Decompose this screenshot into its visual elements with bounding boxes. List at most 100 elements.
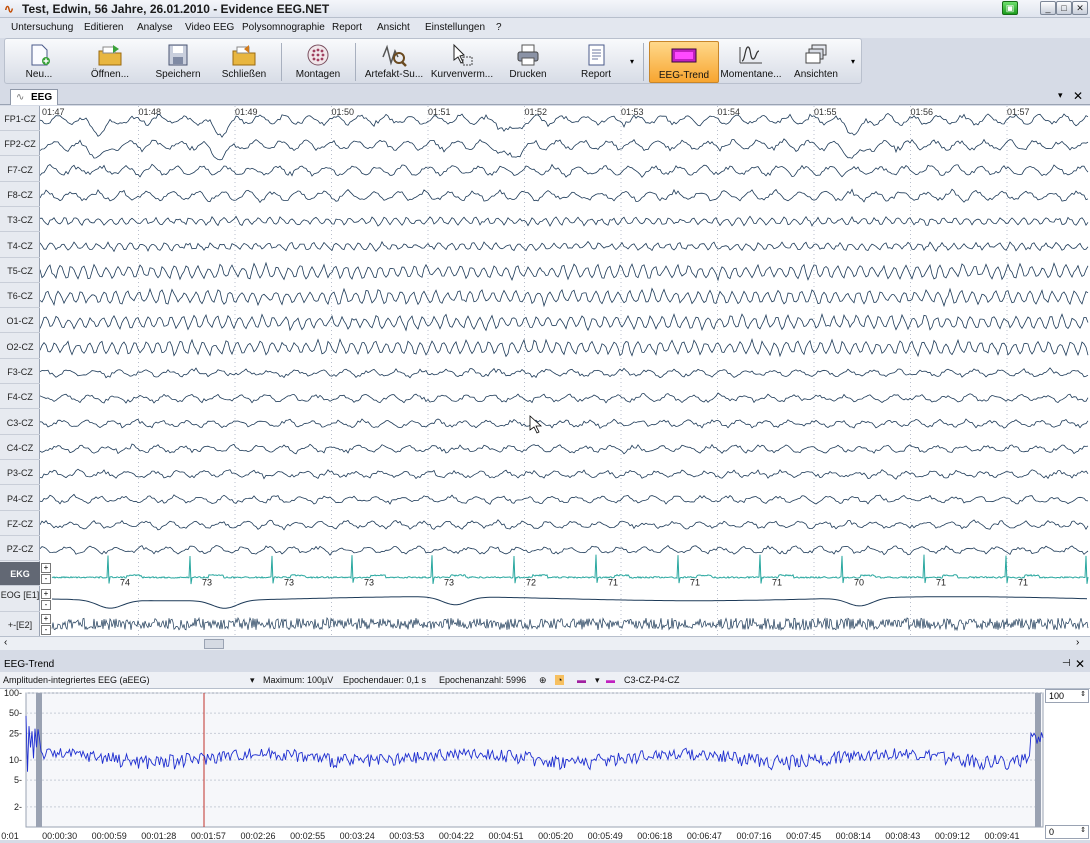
- trend-x-tick: 00:03:53: [389, 831, 424, 840]
- trend-x-tick: 00:01:57: [191, 831, 226, 840]
- eeg-trace: [40, 519, 1089, 531]
- channel-label[interactable]: PZ-CZ: [0, 537, 40, 562]
- menu-polysomnographie[interactable]: Polysomnographie: [242, 22, 325, 33]
- min-value-input[interactable]: 0 ⇕: [1045, 825, 1089, 839]
- menu-video-eeg[interactable]: Video EEG: [185, 22, 234, 33]
- channel-label[interactable]: FP1-CZ: [0, 107, 40, 131]
- channel-label[interactable]: FZ-CZ: [0, 512, 40, 536]
- channel-label[interactable]: P3-CZ: [0, 461, 40, 486]
- artifact-search-button[interactable]: Artefakt-Su...: [361, 41, 427, 83]
- zoom-in-icon[interactable]: +: [41, 588, 51, 599]
- toolbar-dropdown-icon[interactable]: ▾: [630, 57, 634, 66]
- menu-untersuchung[interactable]: Untersuchung: [11, 22, 73, 33]
- menu-ansicht[interactable]: Ansicht: [377, 22, 410, 33]
- trend-x-tick: 00:09:41: [984, 831, 1019, 840]
- time-tick-label: 01:51: [428, 107, 451, 117]
- channel-label[interactable]: T3-CZ: [0, 208, 40, 233]
- channel-label[interactable]: T5-CZ: [0, 259, 40, 283]
- color-dropdown-icon[interactable]: ▾: [595, 675, 600, 686]
- channel-label[interactable]: O1-CZ: [0, 309, 40, 334]
- panel-close-icon[interactable]: ✕: [1075, 657, 1085, 671]
- heart-rate-label: 73: [444, 577, 454, 587]
- eeg-trace: [40, 240, 1089, 253]
- trend-channel: C3-CZ-P4-CZ: [624, 675, 680, 685]
- close-button[interactable]: ✕: [1072, 1, 1088, 15]
- channel-label[interactable]: T6-CZ: [0, 284, 40, 309]
- tab-eeg[interactable]: ∿ EEG: [10, 89, 58, 105]
- selection-marker[interactable]: [36, 693, 42, 827]
- new-button[interactable]: Neu...: [9, 41, 69, 83]
- curve-measure-icon: [453, 43, 473, 66]
- eeg-trace: [40, 287, 1089, 308]
- print-button[interactable]: Drucken: [495, 41, 561, 83]
- aux-channel-label[interactable]: +-[E2]: [0, 613, 40, 637]
- horizontal-scrollbar[interactable]: ‹ ›: [0, 636, 1090, 650]
- minimize-button[interactable]: _: [1040, 1, 1056, 15]
- scroll-right-icon[interactable]: ›: [1076, 637, 1079, 648]
- channel-label[interactable]: O2-CZ: [0, 335, 40, 359]
- channel-label[interactable]: P4-CZ: [0, 487, 40, 511]
- report-button[interactable]: Report: [563, 41, 629, 83]
- pin-icon[interactable]: ⊣: [1062, 658, 1071, 669]
- channel-label[interactable]: F4-CZ: [0, 385, 40, 410]
- channel-label[interactable]: FP2-CZ: [0, 132, 40, 157]
- trend-options-bar: Amplituden-integriertes EEG (aEEG) ▾ Max…: [0, 672, 1090, 689]
- toolbar-dropdown-icon[interactable]: ▾: [851, 57, 855, 66]
- trend-y-tick: 10-: [9, 755, 22, 765]
- zoom-in-icon[interactable]: +: [41, 614, 51, 624]
- channel-label[interactable]: F3-CZ: [0, 360, 40, 384]
- zoom-out-icon[interactable]: -: [41, 625, 51, 635]
- heart-rate-label: 74: [120, 577, 130, 587]
- heart-rate-label: 71: [608, 577, 618, 587]
- open-button[interactable]: Öffnen...: [77, 41, 143, 83]
- spinner-icon[interactable]: ⇕: [1080, 690, 1086, 698]
- close-folder-icon: [232, 45, 256, 66]
- menu-help[interactable]: ?: [496, 22, 502, 33]
- channel-labels: FP1-CZ FP2-CZ F7-CZ F8-CZ T3-CZ T4-CZ T5-CZ T6-…: [0, 106, 40, 637]
- scroll-thumb[interactable]: [204, 639, 224, 649]
- aux-channel-label[interactable]: EKG: [0, 562, 40, 587]
- scroll-left-icon[interactable]: ‹: [4, 637, 7, 648]
- aux-channel-label[interactable]: EOG [E1]: [0, 588, 40, 612]
- zoom-out-icon[interactable]: -: [41, 574, 51, 585]
- highlight-icon[interactable]: ◔: [555, 675, 565, 685]
- eeg-plot[interactable]: 01:47 01:48 01:49 01:50 01:51 01:52 01:53 01:54…: [40, 106, 1090, 636]
- momentary-button[interactable]: Momentane...: [719, 41, 783, 83]
- printer-icon: [517, 44, 539, 66]
- channel-label[interactable]: T4-CZ: [0, 234, 40, 258]
- zoom-in-icon[interactable]: +: [41, 563, 51, 574]
- tab-dropdown-icon[interactable]: ▾: [1058, 90, 1063, 101]
- selection-marker[interactable]: [1035, 693, 1041, 827]
- menu-editieren[interactable]: Editieren: [84, 22, 123, 33]
- heart-rate-label: 70: [854, 577, 864, 587]
- monitor-icon[interactable]: ▣: [1002, 1, 1018, 15]
- tab-close-icon[interactable]: ✕: [1073, 89, 1083, 103]
- max-value-input[interactable]: 100 ⇕: [1045, 689, 1089, 703]
- color-bar-icon[interactable]: ▬: [577, 675, 586, 685]
- channel-label[interactable]: F8-CZ: [0, 183, 40, 207]
- time-tick-label: 01:53: [621, 107, 644, 117]
- zoom-out-icon[interactable]: -: [41, 599, 51, 610]
- maximize-button[interactable]: □: [1056, 1, 1072, 15]
- trend-mode-select[interactable]: Amplituden-integriertes EEG (aEEG): [3, 675, 150, 685]
- spinner-icon[interactable]: ⇕: [1080, 826, 1086, 834]
- curve-measure-button[interactable]: Kurvenverm...: [429, 41, 495, 83]
- eeg-trend-button[interactable]: EEG-Trend: [649, 41, 719, 83]
- chevron-down-icon[interactable]: ▾: [250, 675, 255, 686]
- close-file-button[interactable]: Schließen: [211, 41, 277, 83]
- aeeg-trend-plot[interactable]: 100- 50- 25- 10- 5- 2- 0:01 00:00:30 00:00:59 00:…: [0, 688, 1090, 841]
- menu-einstellungen[interactable]: Einstellungen: [425, 22, 485, 33]
- menu-report[interactable]: Report: [332, 22, 362, 33]
- trend-x-tick: 00:01:28: [141, 831, 176, 840]
- views-button[interactable]: Ansichten: [783, 41, 849, 83]
- trend-x-tick: 00:08:14: [836, 831, 871, 840]
- save-button[interactable]: Speichern: [145, 41, 211, 83]
- settings-wheel-icon[interactable]: ⊕: [539, 675, 547, 686]
- montagen-button[interactable]: Montagen: [285, 41, 351, 83]
- channel-label[interactable]: C3-CZ: [0, 411, 40, 435]
- menu-analyse[interactable]: Analyse: [137, 22, 173, 33]
- toolbar-separator: [643, 43, 644, 81]
- channel-label[interactable]: F7-CZ: [0, 158, 40, 182]
- eeg-trace: [40, 188, 1089, 204]
- channel-label[interactable]: C4-CZ: [0, 436, 40, 460]
